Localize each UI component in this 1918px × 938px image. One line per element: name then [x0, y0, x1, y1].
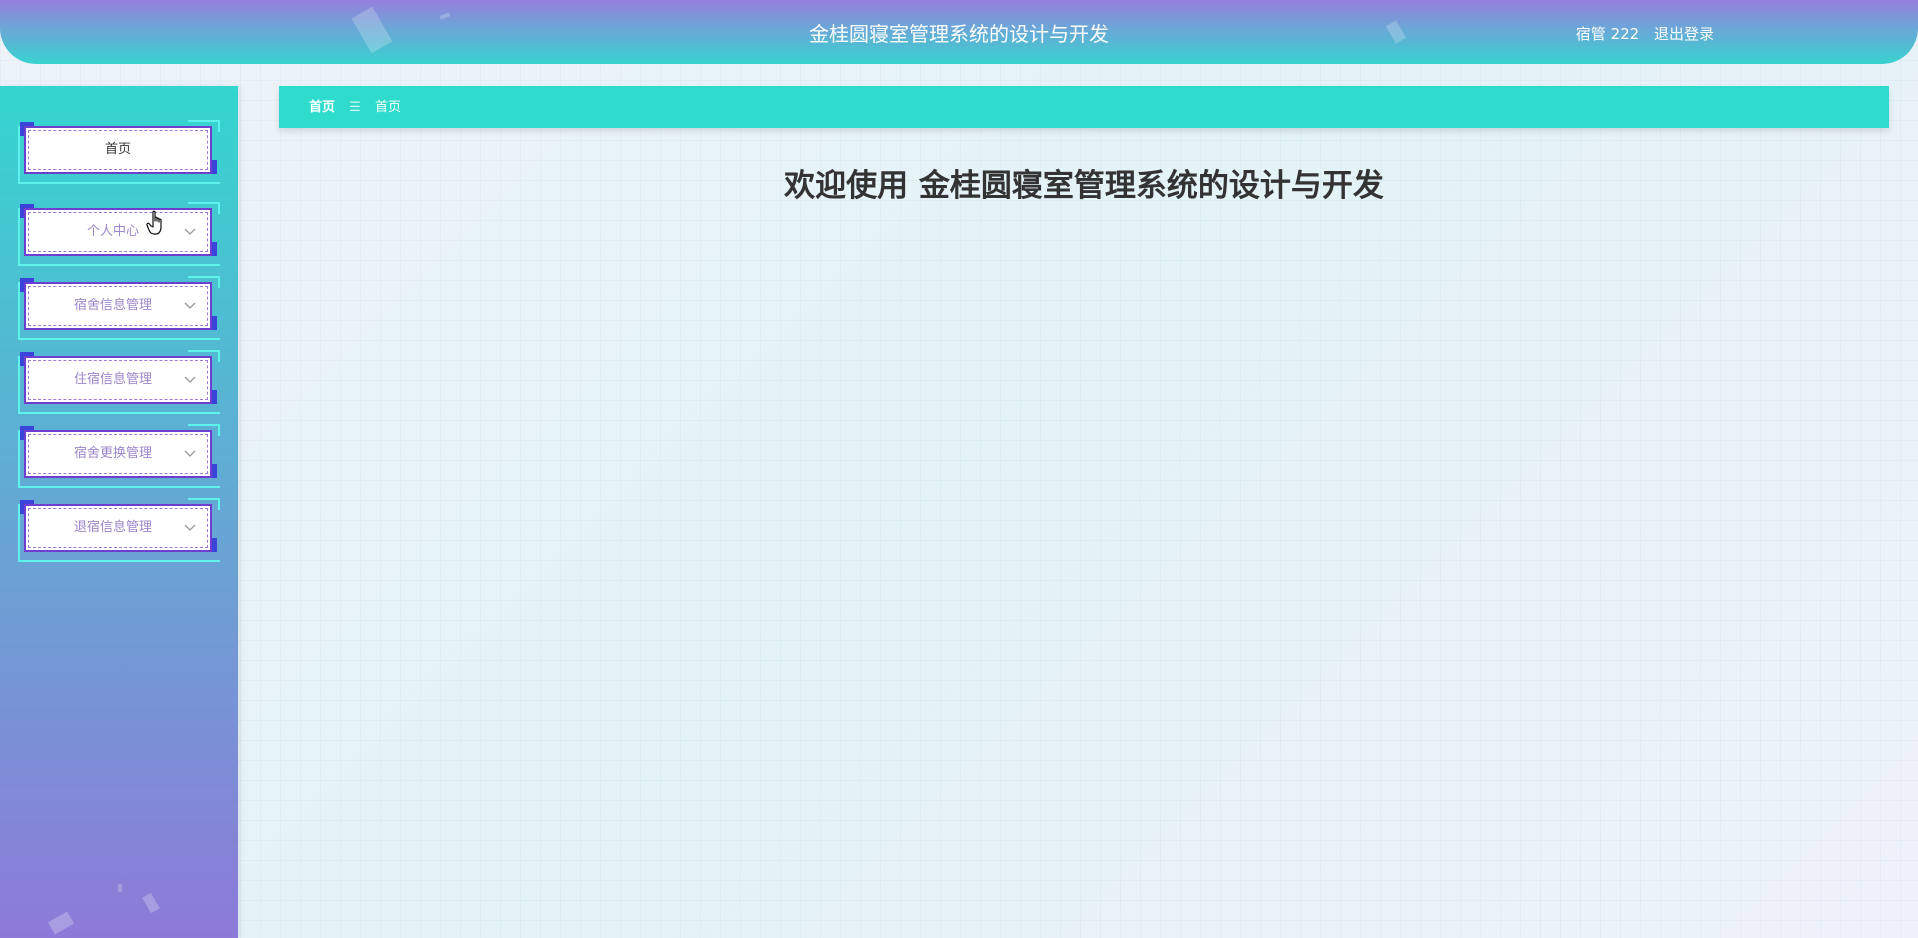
menu-item-box: 宿舍更换管理	[24, 430, 212, 478]
user-name: 宿管 222	[1575, 25, 1640, 43]
sidebar-item-personal-center[interactable]: 个人中心	[18, 202, 220, 266]
chevron-down-icon	[184, 302, 196, 309]
user-area: 宿管 222 退出登录	[1576, 0, 1714, 64]
chevron-down-icon	[184, 376, 196, 383]
sidebar-item-label: 宿舍信息管理	[73, 298, 152, 313]
menu-item-box: 宿舍信息管理	[24, 282, 212, 330]
sidebar-item-dorm-info[interactable]: 宿舍信息管理	[18, 276, 220, 340]
top-header: 金桂圆寝室管理系统的设计与开发 宿管 222 退出登录	[0, 0, 1918, 64]
sidebar: 首页 个人中心 宿舍信息管理 住宿信息管理 宿舍更换管理 退宿信息管理	[0, 86, 238, 938]
sidebar-decoration	[142, 892, 160, 914]
sidebar-decoration	[47, 911, 75, 935]
chevron-down-icon	[184, 228, 196, 235]
sidebar-item-label: 首页	[104, 142, 131, 157]
sidebar-item-dorm-change[interactable]: 宿舍更换管理	[18, 424, 220, 488]
sidebar-item-label: 退宿信息管理	[73, 520, 152, 535]
sidebar-item-home[interactable]: 首页	[18, 120, 220, 184]
menu-icon: ☰	[349, 100, 361, 115]
chevron-down-icon	[184, 524, 196, 531]
chevron-down-icon	[184, 450, 196, 457]
sidebar-item-label: 住宿信息管理	[73, 372, 152, 387]
menu-item-box: 退宿信息管理	[24, 504, 212, 552]
sidebar-item-lodging-info[interactable]: 住宿信息管理	[18, 350, 220, 414]
menu-item-box: 个人中心	[24, 208, 212, 256]
welcome-heading: 欢迎使用 金桂圆寝室管理系统的设计与开发	[784, 168, 1384, 204]
sidebar-item-label: 个人中心	[86, 224, 139, 239]
sidebar-item-label: 宿舍更换管理	[73, 446, 152, 461]
sidebar-decoration	[118, 884, 122, 892]
sidebar-item-checkout-info[interactable]: 退宿信息管理	[18, 498, 220, 562]
breadcrumb: 首页 ☰ 首页	[279, 86, 1889, 128]
breadcrumb-item-home[interactable]: 首页	[309, 100, 335, 115]
menu-item-box: 住宿信息管理	[24, 356, 212, 404]
breadcrumb-item-current: 首页	[374, 100, 401, 115]
menu-item-box: 首页	[24, 126, 212, 174]
logout-link[interactable]: 退出登录	[1654, 25, 1714, 43]
